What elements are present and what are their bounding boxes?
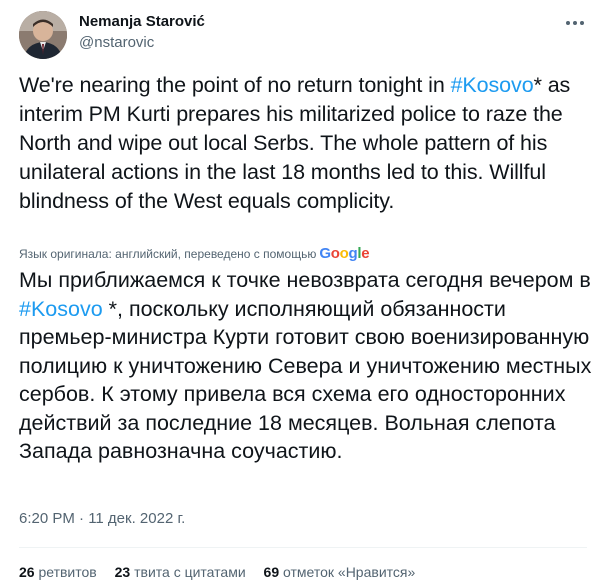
- translation-note: Язык оригинала: английский, переведено с…: [19, 245, 370, 262]
- quotes-count: 23: [114, 564, 131, 580]
- hashtag-link[interactable]: #Kosovo: [451, 73, 534, 97]
- hashtag-link-translated[interactable]: #Kosovo: [19, 297, 103, 321]
- more-dots-icon[interactable]: [563, 11, 587, 35]
- tweet-timestamp[interactable]: 6:20 PM · 11 дек. 2022 г.: [19, 510, 185, 527]
- tweet-text-original: We're nearing the point of no return ton…: [19, 71, 594, 216]
- tweet-text-ru-part1: Мы приближаемся к точке невозврата сегод…: [19, 268, 591, 292]
- tweet: Nemanja Starović @nstarovic We're nearin…: [0, 0, 605, 583]
- tweet-text-ru-part2: *, поскольку исполняющий обязанности пре…: [19, 296, 592, 464]
- quotes-label: твита с цитатами: [134, 564, 246, 580]
- divider: [19, 547, 587, 548]
- quotes-stat[interactable]: 23 твита с цитатами: [115, 564, 246, 580]
- tweet-stats: 26 ретвитов 23 твита с цитатами 69 отмет…: [19, 564, 429, 580]
- likes-count: 69: [263, 564, 280, 580]
- avatar[interactable]: [19, 11, 67, 59]
- retweets-count: 26: [19, 564, 35, 580]
- author-handle[interactable]: @nstarovic: [79, 34, 154, 51]
- likes-stat[interactable]: 69 отметок «Нравится»: [264, 564, 416, 580]
- retweets-stat[interactable]: 26 ретвитов: [19, 564, 97, 580]
- translation-note-text: Язык оригинала: английский, переведено с…: [19, 247, 317, 261]
- tweet-text-translated: Мы приближаемся к точке невозврата сегод…: [19, 266, 594, 466]
- tweet-text-en-part1: We're nearing the point of no return ton…: [19, 73, 451, 97]
- google-logo[interactable]: Google: [319, 245, 369, 262]
- author-name[interactable]: Nemanja Starović: [79, 13, 205, 30]
- likes-label: отметок «Нравится»: [283, 564, 416, 580]
- retweets-label: ретвитов: [38, 564, 97, 580]
